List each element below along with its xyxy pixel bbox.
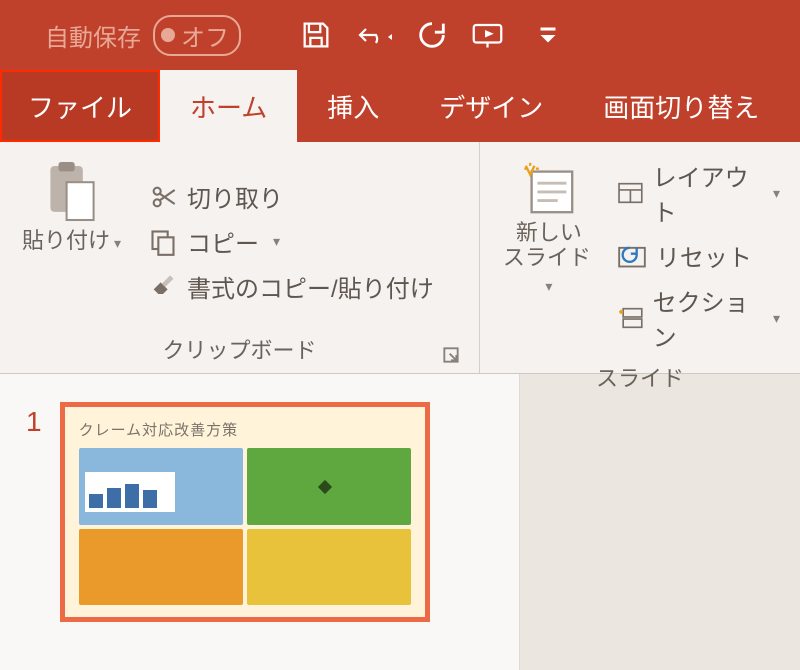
toggle-dot-icon <box>161 28 175 42</box>
copy-icon <box>149 228 177 256</box>
group-label-slides: スライド <box>596 366 684 391</box>
chevron-down-icon: ▾ <box>773 310 780 327</box>
cell-green <box>247 448 411 525</box>
section-button[interactable]: セクション▾ <box>612 281 786 355</box>
autosave-label: 自動保存 <box>45 18 141 53</box>
group-clipboard: 貼り付け▾ 切り取り コピー▾ 書式のコピー/貼り付け クリップボード <box>0 142 480 373</box>
undo-button[interactable] <box>347 8 401 62</box>
autosave-toggle[interactable]: 自動保存 オフ <box>45 15 241 56</box>
group-label-clipboard: クリップボード <box>162 338 316 363</box>
redo-icon <box>415 18 449 52</box>
thumbnail-pane[interactable]: 1 クレーム対応改善方策 <box>0 374 520 670</box>
customize-qat-button[interactable] <box>521 8 575 62</box>
cell-blue <box>79 448 243 525</box>
layout-icon <box>618 181 643 205</box>
layout-button[interactable]: レイアウト▾ <box>612 156 786 230</box>
presentation-icon <box>470 18 510 52</box>
mini-chart-icon <box>85 472 175 512</box>
new-slide-icon <box>520 160 578 218</box>
redo-button[interactable] <box>405 8 459 62</box>
group-slides: 新しい スライド ▾ レイアウト▾ リセット セクション▾ <box>480 142 800 373</box>
cell-orange <box>79 529 243 606</box>
reset-button[interactable]: リセット <box>612 236 786 275</box>
ribbon-tabs: ファイル ホーム 挿入 デザイン 画面切り替え <box>0 70 800 142</box>
new-slide-button[interactable]: 新しい スライド ▾ <box>494 156 604 355</box>
chevron-down-icon: ▾ <box>114 235 121 251</box>
tab-design[interactable]: デザイン <box>409 70 573 142</box>
tab-home[interactable]: ホーム <box>160 70 297 142</box>
autosave-state: オフ <box>181 18 229 53</box>
cell-yellow <box>247 529 411 606</box>
cut-button[interactable]: 切り取り <box>143 177 440 216</box>
slide-content-grid <box>79 448 411 605</box>
slide-thumbnail[interactable]: 1 クレーム対応改善方策 <box>26 402 493 622</box>
paste-button[interactable]: 貼り付け▾ <box>14 156 129 327</box>
tab-transitions[interactable]: 画面切り替え <box>573 70 789 142</box>
chevron-down-icon: ▾ <box>773 185 780 202</box>
slide-preview[interactable]: クレーム対応改善方策 <box>60 402 430 622</box>
format-painter-button[interactable]: 書式のコピー/貼り付け <box>143 267 440 306</box>
copy-button[interactable]: コピー▾ <box>143 222 440 261</box>
chevron-down-icon: ▾ <box>545 278 552 294</box>
tab-insert[interactable]: 挿入 <box>297 70 409 142</box>
slide-editor[interactable] <box>520 374 800 670</box>
dialog-launcher-icon[interactable] <box>443 347 461 365</box>
save-icon <box>299 18 333 52</box>
section-icon <box>618 306 643 330</box>
undo-icon <box>354 20 394 50</box>
present-from-start-button[interactable] <box>463 8 517 62</box>
workspace: 1 クレーム対応改善方策 <box>0 374 800 670</box>
title-bar: 自動保存 オフ <box>0 0 800 70</box>
slide-number: 1 <box>26 406 42 438</box>
save-button[interactable] <box>289 8 343 62</box>
reset-icon <box>618 244 646 268</box>
paintbrush-icon <box>149 273 177 301</box>
scissors-icon <box>149 183 177 211</box>
ribbon: 貼り付け▾ 切り取り コピー▾ 書式のコピー/貼り付け クリップボード <box>0 142 800 374</box>
slide-title: クレーム対応改善方策 <box>79 419 411 440</box>
paste-icon <box>45 160 99 226</box>
chevron-down-icon: ▾ <box>273 233 280 250</box>
chevron-down-icon <box>539 26 557 44</box>
tab-file[interactable]: ファイル <box>0 70 160 142</box>
